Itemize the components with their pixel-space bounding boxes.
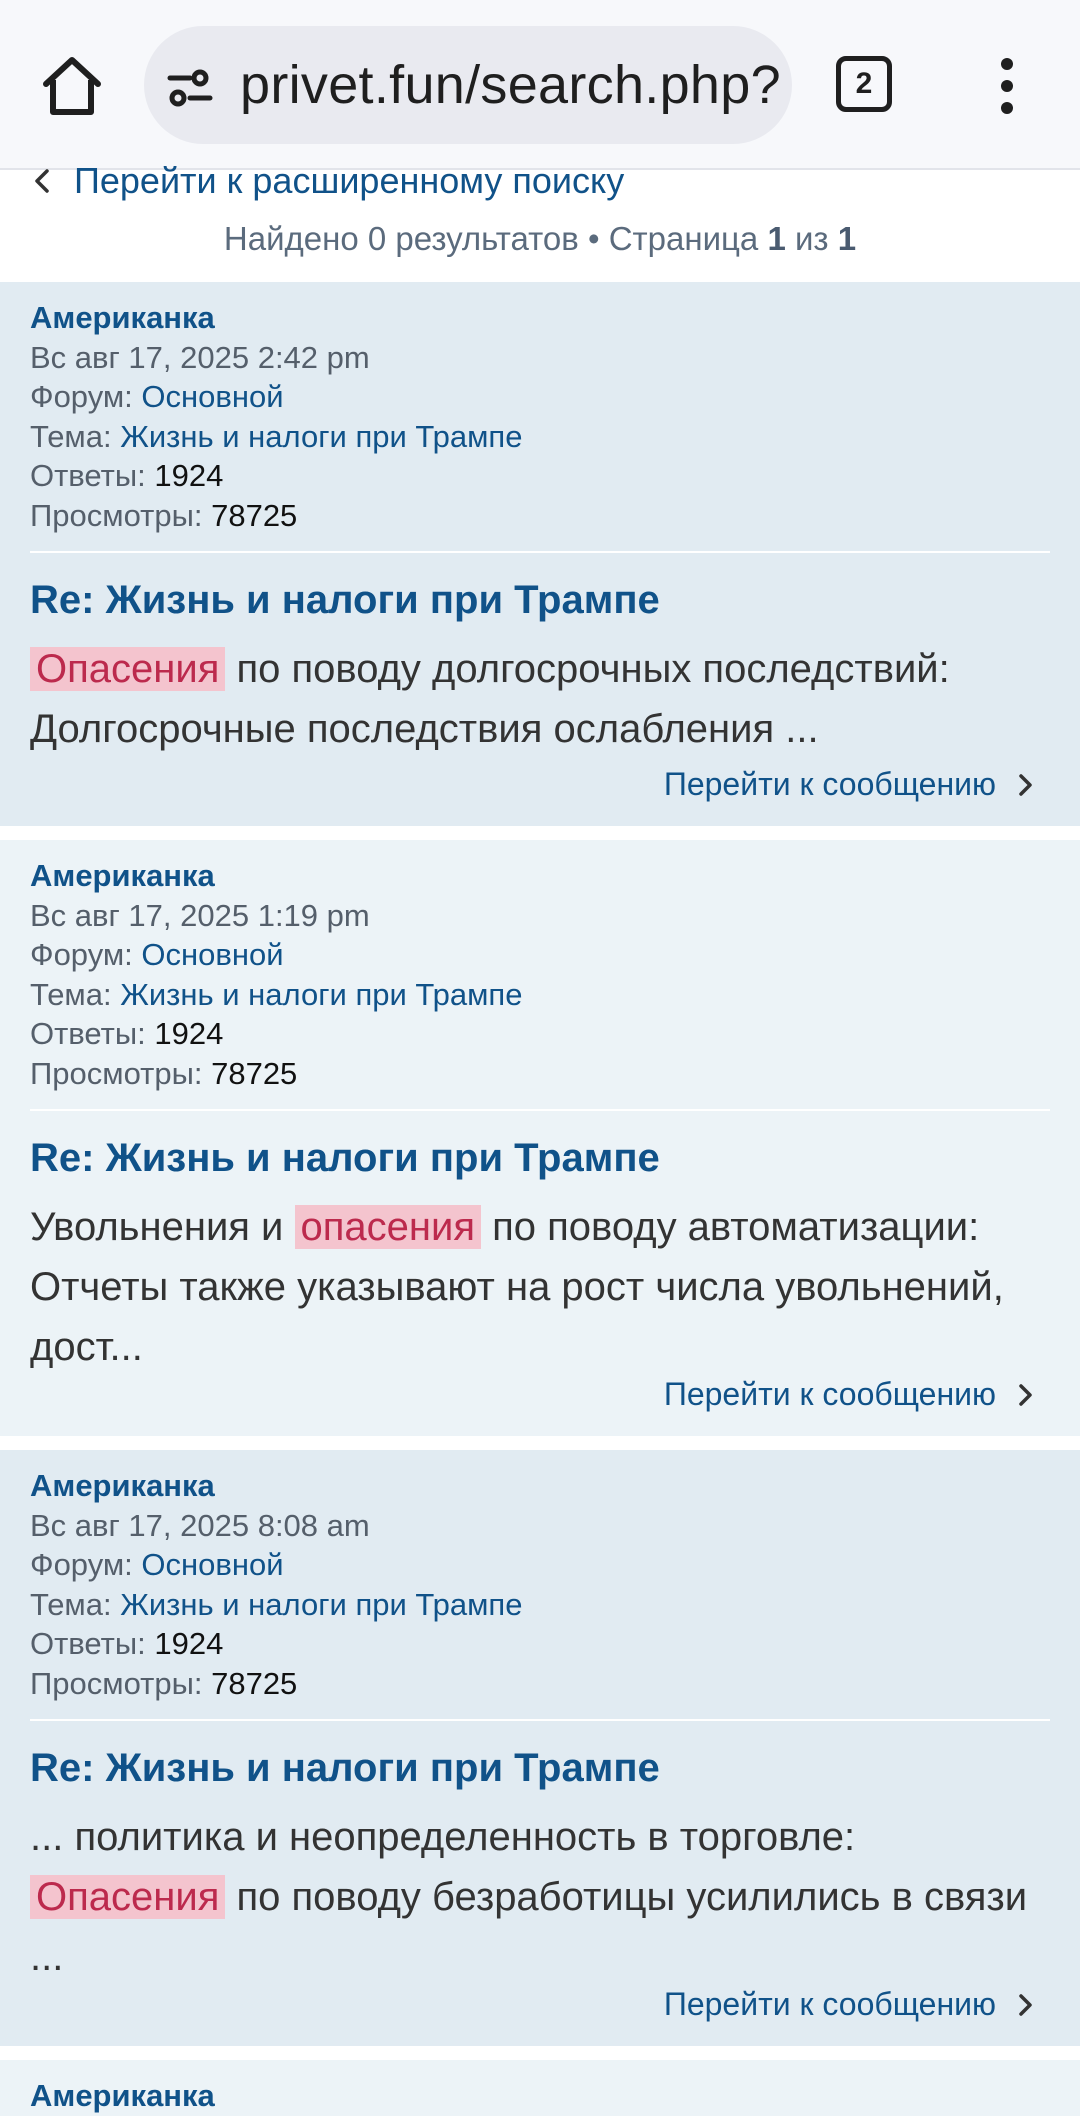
replies-label: Ответы: (30, 458, 155, 493)
url-text[interactable]: privet.fun/search.php? (240, 52, 781, 118)
site-settings-icon[interactable] (166, 64, 214, 112)
search-highlight: Опасения (30, 1875, 226, 1919)
goto-post-link[interactable]: Перейти к сообщению (664, 1376, 1036, 1413)
address-bar[interactable]: privet.fun/search.php? (144, 26, 792, 144)
post-author[interactable]: Американка (30, 2078, 215, 2113)
post-meta: Американка Вс авг 17, 2025 8:08 am Форум… (30, 1450, 1050, 1703)
chevron-right-icon (1019, 773, 1032, 796)
topic-label: Тема: (30, 976, 121, 1012)
post-author[interactable]: Американка (30, 858, 215, 893)
replies-label: Ответы: (30, 1626, 155, 1661)
forum-link[interactable]: Основной (141, 1547, 283, 1582)
views-label: Просмотры: (30, 497, 212, 533)
post-date: Вс авг 17, 2025 1:19 pm (30, 897, 370, 933)
post-title-link[interactable]: Re: Жизнь и налоги при Трампе (30, 1133, 1050, 1183)
goto-post-link[interactable]: Перейти к сообщению (664, 1986, 1036, 2023)
forum-label: Форум: (30, 937, 142, 972)
views-label: Просмотры: (30, 1665, 212, 1701)
post-excerpt: Опасения по поводу долгосрочных последст… (30, 639, 1050, 759)
replies-count: 1924 (154, 1016, 224, 1051)
topic-label: Тема: (30, 418, 121, 454)
post-author[interactable]: Американка (30, 1468, 215, 1503)
post-title-link[interactable]: Re: Жизнь и налоги при Трампе (30, 575, 1050, 625)
divider (30, 551, 1050, 553)
views-count: 78725 (211, 1055, 298, 1091)
post-excerpt: ... политика и неопределенность в торгов… (30, 1807, 1050, 1987)
forum-label: Форум: (30, 379, 142, 414)
chevron-right-icon (1019, 1993, 1032, 2016)
replies-count: 1924 (154, 458, 224, 493)
results-summary: Найдено 0 результатов • Страница 1 из 1 (0, 220, 1080, 258)
post-author[interactable]: Американка (30, 300, 215, 335)
excerpt-text: Увольнения и (30, 1205, 295, 1249)
post-date: Вс авг 17, 2025 8:08 am (30, 1507, 370, 1543)
more-menu-icon[interactable] (990, 56, 1024, 116)
search-result: Американка (0, 2060, 1080, 2116)
replies-count: 1924 (154, 1626, 224, 1661)
topic-link[interactable]: Жизнь и налоги при Трампе (120, 977, 522, 1012)
chevron-left-icon (35, 169, 49, 193)
results-count-text: Найдено 0 результатов • Страница (223, 220, 768, 257)
tab-switcher-button[interactable]: 2 (836, 56, 892, 112)
search-result: Американка Вс авг 17, 2025 2:42 pm Форум… (0, 282, 1080, 826)
topic-link[interactable]: Жизнь и налоги при Трампе (120, 419, 522, 454)
excerpt-text: ... политика и неопределенность в торгов… (30, 1815, 856, 1859)
post-meta: Американка Вс авг 17, 2025 2:42 pm Форум… (30, 282, 1050, 535)
chevron-right-icon (1019, 1383, 1032, 1406)
forum-link[interactable]: Основной (141, 937, 283, 972)
search-result: Американка Вс авг 17, 2025 1:19 pm Форум… (0, 840, 1080, 1436)
search-result: Американка Вс авг 17, 2025 8:08 am Форум… (0, 1450, 1080, 2046)
divider (30, 1109, 1050, 1111)
post-excerpt: Увольнения и опасения по поводу автомати… (30, 1197, 1050, 1377)
home-icon[interactable] (38, 52, 106, 120)
goto-post-label: Перейти к сообщению (663, 1986, 996, 2022)
forum-link[interactable]: Основной (141, 379, 283, 414)
browser-toolbar: privet.fun/search.php? 2 (0, 0, 1080, 170)
goto-post-label: Перейти к сообщению (663, 1376, 996, 1412)
post-title-link[interactable]: Re: Жизнь и налоги при Трампе (30, 1743, 1050, 1793)
post-meta: Американка Вс авг 17, 2025 1:19 pm Форум… (30, 840, 1050, 1093)
search-highlight: Опасения (30, 647, 226, 691)
advanced-search-link[interactable]: Перейти к расширенному поиску (30, 156, 624, 206)
views-count: 78725 (211, 1665, 298, 1701)
topic-link[interactable]: Жизнь и налоги при Трампе (120, 1587, 522, 1622)
goto-post-label: Перейти к сообщению (663, 766, 996, 802)
views-label: Просмотры: (30, 1055, 212, 1091)
divider (30, 1719, 1050, 1721)
page-of-text: из (785, 220, 838, 257)
views-count: 78725 (211, 497, 298, 533)
goto-post-link[interactable]: Перейти к сообщению (664, 766, 1036, 803)
advanced-search-label: Перейти к расширенному поиску (74, 160, 625, 201)
forum-label: Форум: (30, 1547, 142, 1582)
search-highlight: опасения (294, 1205, 482, 1249)
page-total: 1 (837, 220, 857, 257)
post-date: Вс авг 17, 2025 2:42 pm (30, 339, 370, 375)
replies-label: Ответы: (30, 1016, 155, 1051)
page-current: 1 (767, 220, 786, 257)
topic-label: Тема: (30, 1586, 121, 1622)
post-meta: Американка (30, 2060, 1050, 2116)
